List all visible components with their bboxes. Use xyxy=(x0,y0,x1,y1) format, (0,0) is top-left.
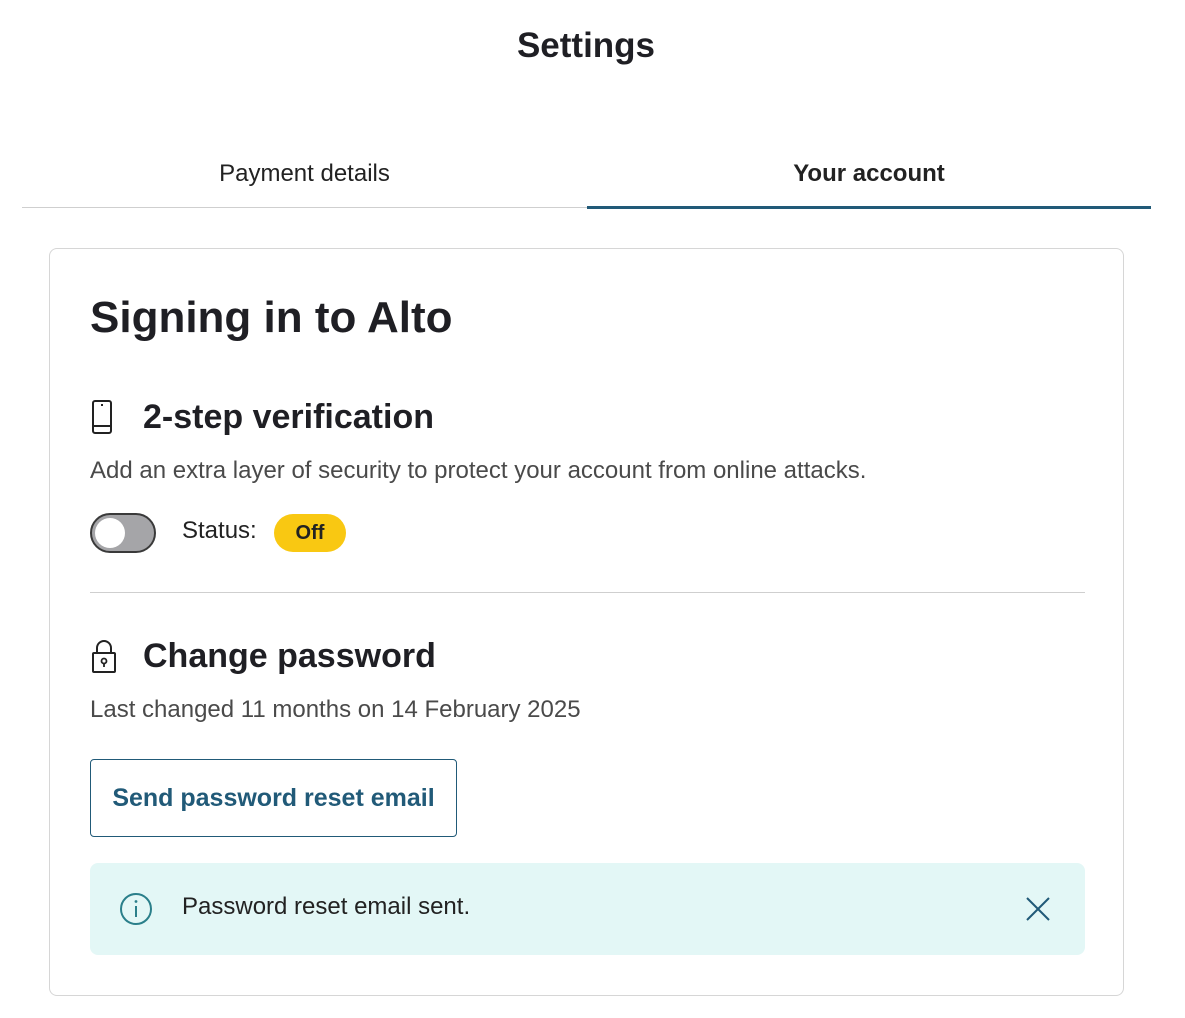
tab-payment-details[interactable]: Payment details xyxy=(22,140,587,208)
page-title: Settings xyxy=(516,26,656,65)
card-title: Signing in to Alto xyxy=(90,293,453,342)
password-last-changed: Last changed 11 months on 14 February 20… xyxy=(90,696,581,723)
toggle-knob xyxy=(95,518,125,548)
tab-your-account[interactable]: Your account xyxy=(587,140,1151,209)
status-label: Status: xyxy=(182,517,257,544)
close-icon[interactable] xyxy=(1020,891,1056,927)
info-icon xyxy=(118,891,154,927)
status-badge: Off xyxy=(274,514,346,552)
success-alert: Password reset email sent. xyxy=(90,863,1085,955)
two-step-description: Add an extra layer of security to protec… xyxy=(90,457,867,484)
settings-tabs: Payment details Your account xyxy=(22,140,1151,209)
two-step-section-header: 2-step verification xyxy=(90,397,434,437)
password-section-header: Change password xyxy=(90,636,436,676)
settings-page: Settings Payment details Your account Si… xyxy=(0,0,1185,1018)
lock-icon xyxy=(90,636,126,676)
two-step-heading: 2-step verification xyxy=(143,397,434,436)
two-step-toggle[interactable] xyxy=(90,513,156,553)
section-divider xyxy=(90,592,1085,593)
phone-icon xyxy=(90,397,126,437)
password-heading: Change password xyxy=(143,636,436,675)
alert-message: Password reset email sent. xyxy=(182,893,471,920)
send-password-reset-button[interactable]: Send password reset email xyxy=(90,759,457,837)
signing-in-card: Signing in to Alto 2-step verification A… xyxy=(49,248,1124,996)
